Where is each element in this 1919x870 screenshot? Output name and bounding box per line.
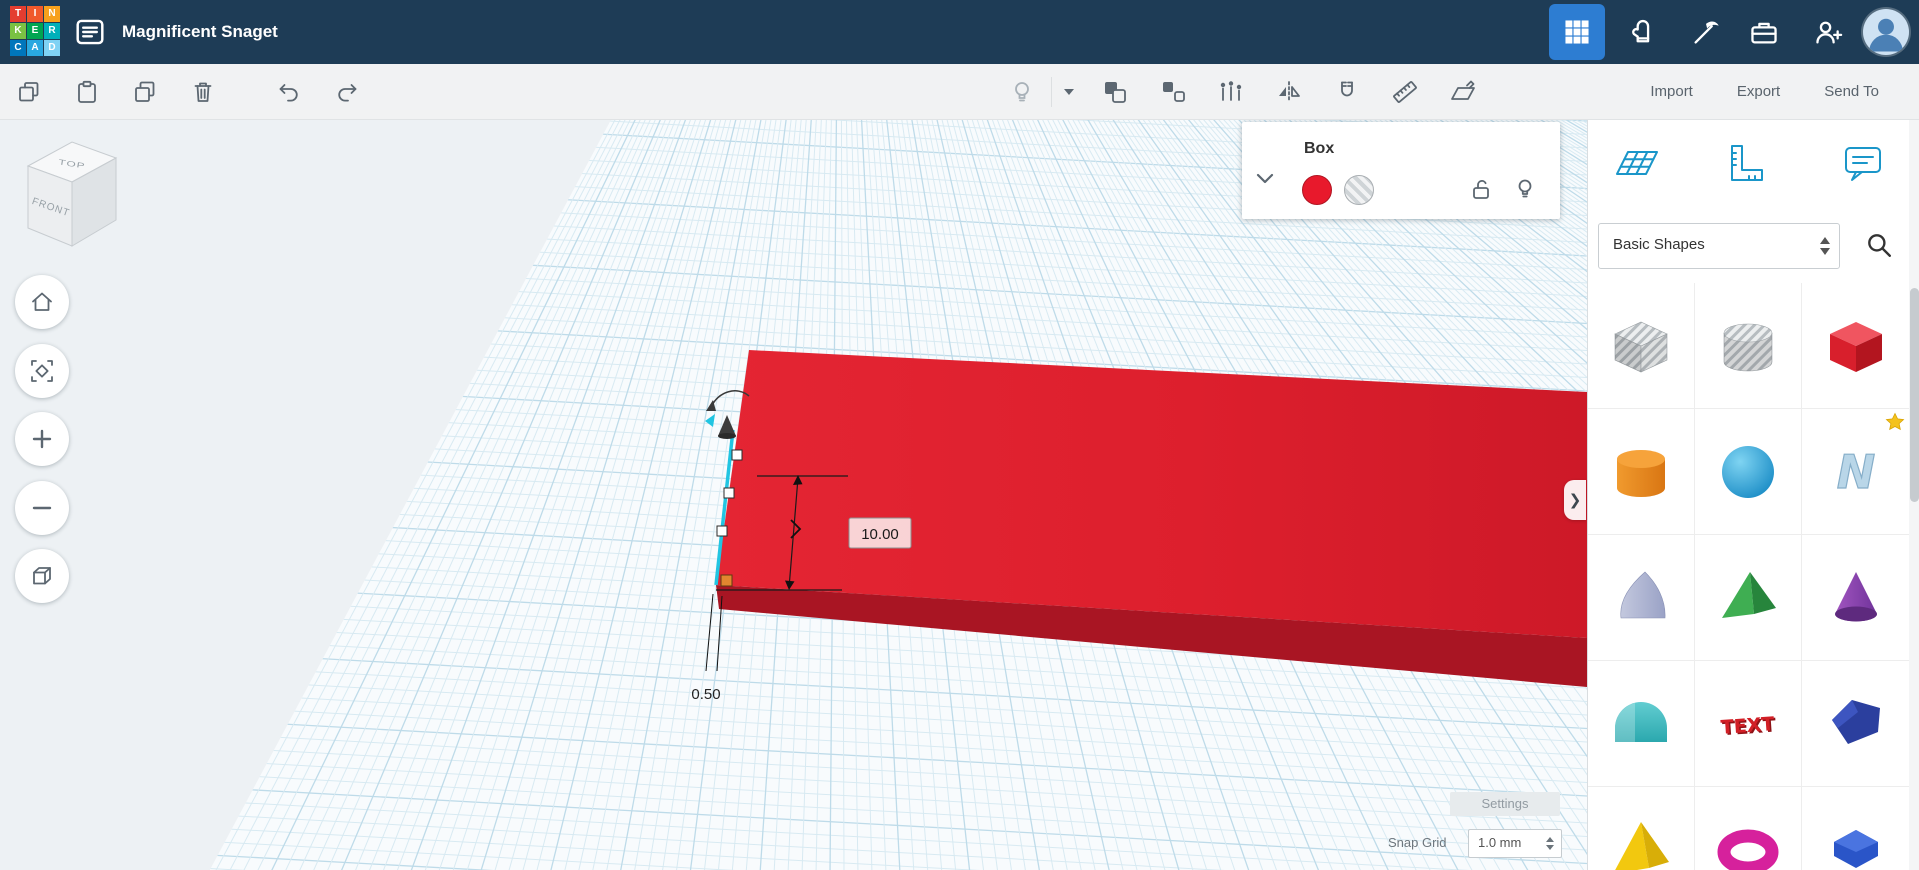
shape-category-value: Basic Shapes xyxy=(1613,236,1705,253)
logo-tile: A xyxy=(27,40,43,56)
inspector-title: Box xyxy=(1304,140,1335,157)
design-title[interactable]: Magnificent Snaget xyxy=(122,0,278,64)
snap-grid-dropdown[interactable]: 1.0 mm xyxy=(1468,829,1562,858)
view-cube[interactable]: TOP FRONT xyxy=(20,130,130,265)
zoom-in-button[interactable] xyxy=(15,412,69,466)
group-icon[interactable] xyxy=(1086,79,1144,105)
ruler-icon[interactable] xyxy=(1376,79,1434,105)
width-dimension-value[interactable]: 10.00 xyxy=(861,526,899,543)
align-icon[interactable] xyxy=(1202,79,1260,105)
chevron-down-icon[interactable] xyxy=(1254,168,1276,190)
notes-tool-icon[interactable] xyxy=(1840,140,1886,186)
height-cone-base[interactable] xyxy=(718,433,736,439)
sidebar-scrollbar[interactable] xyxy=(1909,119,1919,870)
pickaxe-icon[interactable] xyxy=(1684,10,1728,54)
active-corner-handle[interactable] xyxy=(720,574,733,587)
magnet-icon[interactable] xyxy=(1318,79,1376,105)
ungroup-icon[interactable] xyxy=(1144,79,1202,105)
panel-collapse-chevron[interactable]: ❯ xyxy=(1564,480,1586,520)
app-header: TIN KER CAD Magnificent Snaget xyxy=(0,0,1919,64)
mirror-icon[interactable] xyxy=(1260,79,1318,105)
logo-tile: N xyxy=(44,6,60,22)
shape-prism[interactable] xyxy=(1802,787,1909,870)
svg-text:TEXT: TEXT xyxy=(1720,713,1775,739)
shape-grid: N TEXT TEXT xyxy=(1588,283,1909,870)
copy-icon[interactable] xyxy=(0,79,58,105)
avatar[interactable] xyxy=(1863,9,1909,55)
logo-tile: E xyxy=(27,23,43,39)
workplane-icon[interactable] xyxy=(1434,79,1492,105)
delete-icon[interactable] xyxy=(174,79,232,105)
shape-round-roof[interactable] xyxy=(1588,661,1695,787)
redo-icon[interactable] xyxy=(318,79,376,105)
shape-scribble[interactable]: N xyxy=(1802,409,1909,535)
scrollbar-thumb[interactable] xyxy=(1910,288,1919,502)
import-button[interactable]: Import xyxy=(1628,64,1715,119)
viewport-3d[interactable]: 10.00 0.50 TOP FRONT Box ❯ Settings Snap… xyxy=(0,119,1587,870)
search-icon[interactable] xyxy=(1856,223,1902,267)
logo-tile: R xyxy=(44,23,60,39)
shapes-sidebar: Basic Shapes N TEXT TEXT xyxy=(1587,119,1919,870)
shape-box[interactable] xyxy=(1802,283,1909,409)
send-to-button[interactable]: Send To xyxy=(1802,64,1901,119)
shape-torus[interactable] xyxy=(1695,787,1802,870)
briefcase-icon[interactable] xyxy=(1742,10,1786,54)
export-button[interactable]: Export xyxy=(1715,64,1802,119)
favorite-star-icon[interactable] xyxy=(1885,412,1905,432)
hide-bulb-icon[interactable] xyxy=(1514,177,1538,201)
shape-category-select[interactable]: Basic Shapes xyxy=(1598,223,1840,269)
shape-box-hole[interactable] xyxy=(1588,283,1695,409)
logo-tile: K xyxy=(10,23,26,39)
hole-striped-swatch[interactable] xyxy=(1344,175,1374,205)
shape-cylinder-hole[interactable] xyxy=(1695,283,1802,409)
lock-open-icon[interactable] xyxy=(1470,178,1494,202)
mitten-icon[interactable] xyxy=(1618,10,1662,54)
updown-caret-icon xyxy=(1546,837,1554,850)
shape-cone[interactable] xyxy=(1802,535,1909,661)
shape-inspector-panel: Box xyxy=(1242,122,1560,219)
blocks-grid-icon[interactable] xyxy=(1549,4,1605,60)
shape-sphere[interactable] xyxy=(1695,409,1802,535)
ruler-tool-icon[interactable] xyxy=(1724,140,1770,186)
shape-cylinder[interactable] xyxy=(1588,409,1695,535)
undo-icon[interactable] xyxy=(260,79,318,105)
perspective-toggle-button[interactable] xyxy=(15,549,69,603)
scale-handle[interactable] xyxy=(716,525,728,537)
paste-icon[interactable] xyxy=(58,79,116,105)
shape-roof[interactable] xyxy=(1695,535,1802,661)
scene-svg: 10.00 0.50 xyxy=(205,119,1587,870)
select-caret-icon xyxy=(1820,237,1830,255)
snap-grid-value: 1.0 mm xyxy=(1478,835,1522,850)
solid-color-swatch[interactable] xyxy=(1302,175,1332,205)
scale-handle[interactable] xyxy=(723,487,735,499)
invite-person-icon[interactable] xyxy=(1807,10,1851,54)
show-all-caret-icon[interactable] xyxy=(1051,76,1086,107)
snap-grid-label: Snap Grid xyxy=(1388,835,1447,850)
shape-polygon[interactable] xyxy=(1802,661,1909,787)
settings-button[interactable]: Settings xyxy=(1450,792,1560,816)
zoom-out-button[interactable] xyxy=(15,481,69,535)
duplicate-icon[interactable] xyxy=(116,79,174,105)
logo-tile: T xyxy=(10,6,26,22)
tinkercad-logo[interactable]: TIN KER CAD xyxy=(10,6,60,56)
scale-handle[interactable] xyxy=(731,449,743,461)
logo-tile: D xyxy=(44,40,60,56)
svg-text:N: N xyxy=(1836,445,1875,499)
fit-view-button[interactable] xyxy=(15,344,69,398)
show-all-bulb-icon[interactable] xyxy=(993,79,1051,105)
workplane-tool-icon[interactable] xyxy=(1614,140,1660,186)
logo-tile: C xyxy=(10,40,26,56)
shape-paraboloid[interactable] xyxy=(1588,535,1695,661)
shape-text[interactable]: TEXT TEXT xyxy=(1695,661,1802,787)
elevation-dimension-value[interactable]: 0.50 xyxy=(691,686,720,703)
home-view-button[interactable] xyxy=(15,275,69,329)
shape-pyramid[interactable] xyxy=(1588,787,1695,870)
design-list-icon[interactable] xyxy=(74,16,106,48)
logo-tile: I xyxy=(27,6,43,22)
toolbar: Import Export Send To xyxy=(0,64,1919,120)
